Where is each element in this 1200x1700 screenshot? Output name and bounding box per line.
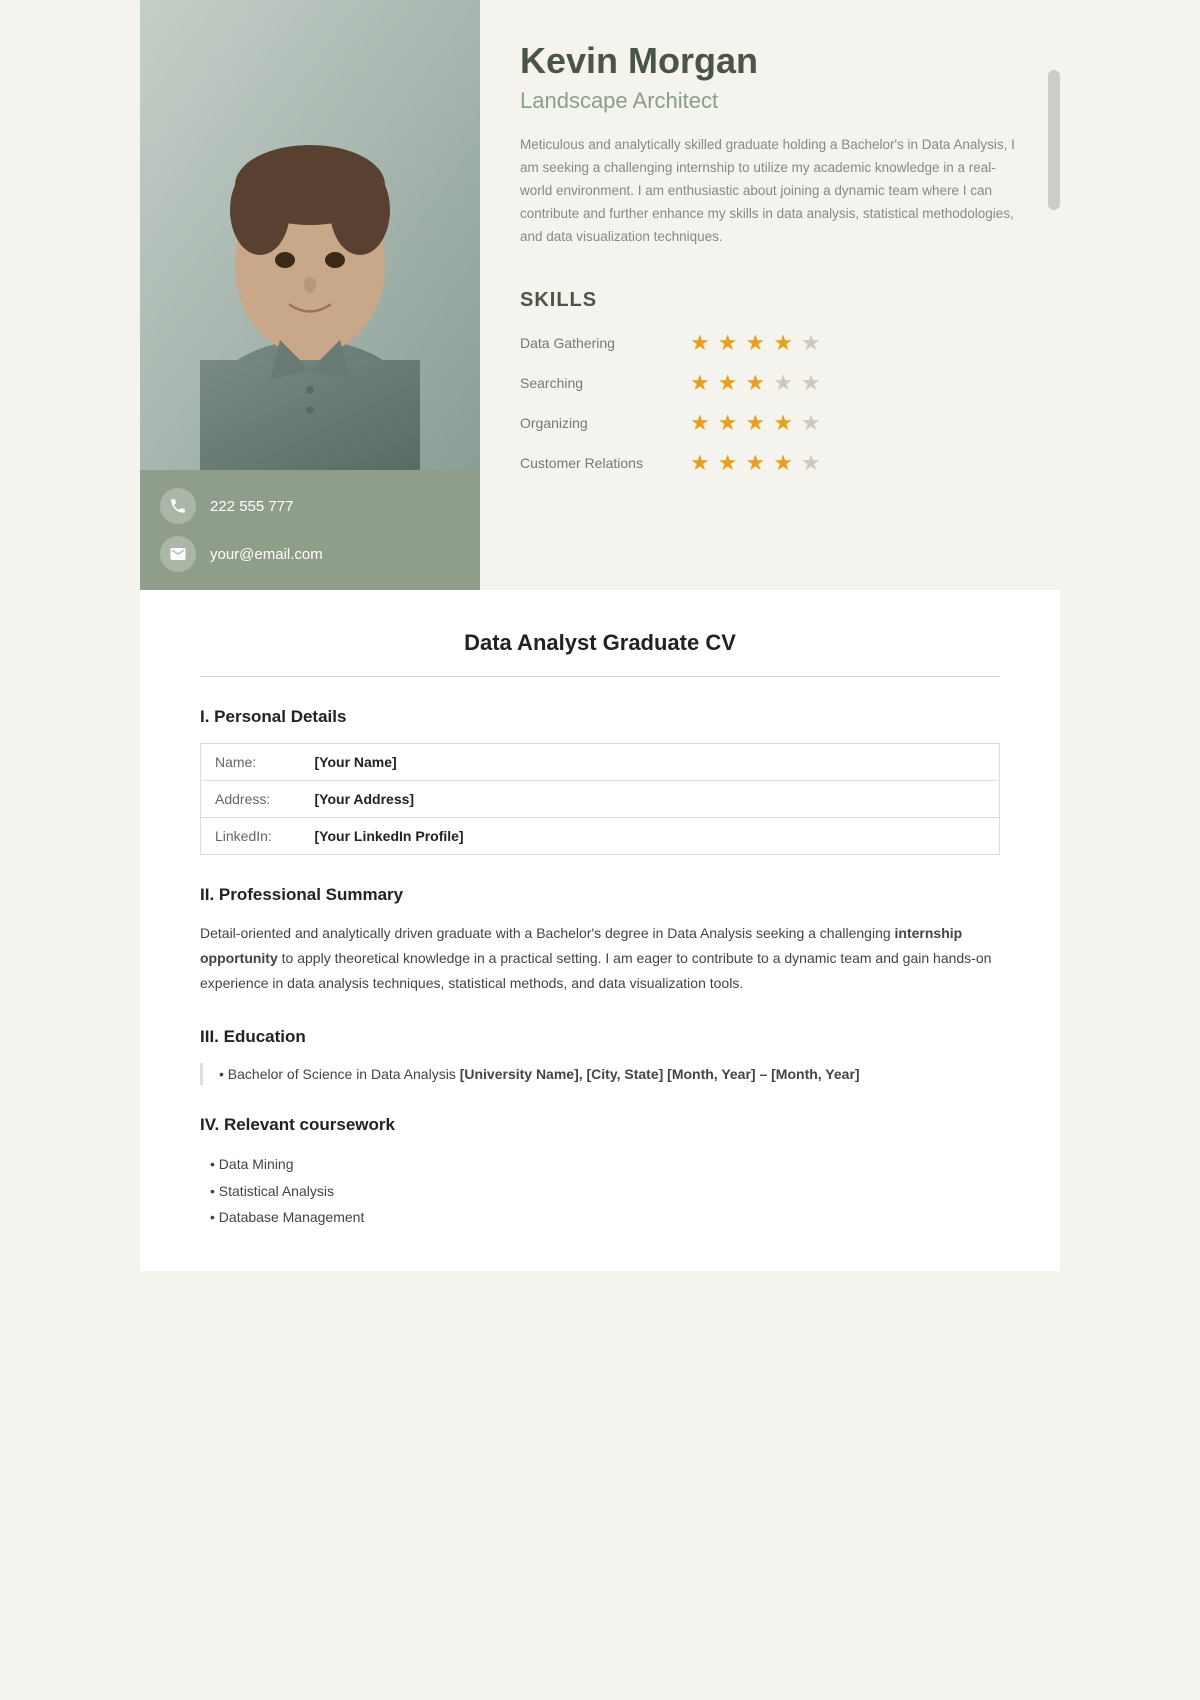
email-contact: your@email.com bbox=[160, 536, 460, 572]
skill-stars: ★ ★ ★ ★ ★ bbox=[690, 370, 821, 396]
star-filled: ★ bbox=[745, 370, 765, 396]
personal-details-section: I. Personal Details Name:[Your Name]Addr… bbox=[200, 707, 1000, 855]
coursework-list: Data MiningStatistical AnalysisDatabase … bbox=[200, 1151, 1000, 1231]
coursework-item: Statistical Analysis bbox=[210, 1178, 1000, 1205]
scrollbar[interactable] bbox=[1048, 70, 1060, 210]
star-empty: ★ bbox=[801, 410, 821, 436]
education-section: III. Education • Bachelor of Science in … bbox=[200, 1027, 1000, 1085]
star-empty: ★ bbox=[801, 450, 821, 476]
skills-list: Data Gathering★★★★★Searching★★★★★Organiz… bbox=[520, 330, 1020, 476]
document-divider bbox=[200, 676, 1000, 677]
top-card: 222 555 777 your@email.com Kevin Morgan … bbox=[140, 0, 1060, 590]
personal-detail-value: [Your LinkedIn Profile] bbox=[301, 818, 1000, 855]
coursework-heading: IV. Relevant coursework bbox=[200, 1115, 1000, 1135]
skill-name: Data Gathering bbox=[520, 335, 690, 351]
star-empty: ★ bbox=[801, 370, 821, 396]
skill-name: Searching bbox=[520, 375, 690, 391]
email-address: your@email.com bbox=[210, 546, 323, 563]
star-filled: ★ bbox=[718, 450, 738, 476]
star-filled: ★ bbox=[690, 450, 710, 476]
star-filled: ★ bbox=[690, 370, 710, 396]
education-heading: III. Education bbox=[200, 1027, 1000, 1047]
person-job-title: Landscape Architect bbox=[520, 88, 1020, 114]
contact-bar: 222 555 777 your@email.com bbox=[140, 470, 480, 590]
profile-photo bbox=[140, 0, 480, 470]
education-item-text: • Bachelor of Science in Data Analysis bbox=[219, 1066, 460, 1082]
professional-summary-text: Detail-oriented and analytically driven … bbox=[200, 921, 1000, 997]
coursework-item: Data Mining bbox=[210, 1151, 1000, 1178]
person-name: Kevin Morgan bbox=[520, 40, 1020, 82]
star-filled: ★ bbox=[773, 450, 793, 476]
star-empty: ★ bbox=[773, 370, 793, 396]
skill-stars: ★ ★ ★ ★ ★ bbox=[690, 410, 821, 436]
coursework-section: IV. Relevant coursework Data MiningStati… bbox=[200, 1115, 1000, 1231]
personal-detail-row: LinkedIn:[Your LinkedIn Profile] bbox=[201, 818, 1000, 855]
education-item: • Bachelor of Science in Data Analysis [… bbox=[200, 1063, 1000, 1085]
personal-detail-value: [Your Name] bbox=[301, 744, 1000, 781]
phone-contact: 222 555 777 bbox=[160, 488, 460, 524]
personal-details-table: Name:[Your Name]Address:[Your Address]Li… bbox=[200, 743, 1000, 855]
personal-detail-label: LinkedIn: bbox=[201, 818, 301, 855]
personal-table-body: Name:[Your Name]Address:[Your Address]Li… bbox=[201, 744, 1000, 855]
skill-row: Searching★★★★★ bbox=[520, 370, 1020, 396]
star-filled: ★ bbox=[690, 410, 710, 436]
star-filled: ★ bbox=[773, 410, 793, 436]
star-filled: ★ bbox=[718, 370, 738, 396]
star-filled: ★ bbox=[718, 330, 738, 356]
education-item-bold: [University Name], [City, State] [Month,… bbox=[460, 1066, 860, 1082]
star-filled: ★ bbox=[773, 330, 793, 356]
skill-name: Organizing bbox=[520, 415, 690, 431]
summary-text-start: Detail-oriented and analytically driven … bbox=[200, 925, 895, 941]
skills-heading: SKILLS bbox=[520, 289, 1020, 312]
skills-section: SKILLS Data Gathering★★★★★Searching★★★★★… bbox=[520, 289, 1020, 490]
personal-detail-row: Name:[Your Name] bbox=[201, 744, 1000, 781]
star-filled: ★ bbox=[690, 330, 710, 356]
summary-text-end: to apply theoretical knowledge in a prac… bbox=[200, 950, 991, 991]
info-column: Kevin Morgan Landscape Architect Meticul… bbox=[480, 0, 1060, 590]
skill-row: Customer Relations★★★★★ bbox=[520, 450, 1020, 476]
coursework-item: Database Management bbox=[210, 1204, 1000, 1231]
phone-icon bbox=[160, 488, 196, 524]
personal-detail-label: Name: bbox=[201, 744, 301, 781]
personal-detail-row: Address:[Your Address] bbox=[201, 781, 1000, 818]
star-filled: ★ bbox=[745, 450, 765, 476]
personal-detail-value: [Your Address] bbox=[301, 781, 1000, 818]
photo-column: 222 555 777 your@email.com bbox=[140, 0, 480, 590]
profile-summary: Meticulous and analytically skilled grad… bbox=[520, 134, 1020, 249]
profile-image bbox=[140, 0, 480, 470]
star-filled: ★ bbox=[745, 330, 765, 356]
professional-summary-heading: II. Professional Summary bbox=[200, 885, 1000, 905]
personal-details-heading: I. Personal Details bbox=[200, 707, 1000, 727]
skill-stars: ★ ★ ★ ★ ★ bbox=[690, 330, 821, 356]
skill-stars: ★ ★ ★ ★ ★ bbox=[690, 450, 821, 476]
name-title-block: Kevin Morgan Landscape Architect bbox=[520, 40, 1020, 114]
document-section: Data Analyst Graduate CV I. Personal Det… bbox=[140, 590, 1060, 1271]
email-icon bbox=[160, 536, 196, 572]
star-filled: ★ bbox=[718, 410, 738, 436]
skill-row: Data Gathering★★★★★ bbox=[520, 330, 1020, 356]
star-filled: ★ bbox=[745, 410, 765, 436]
skill-name: Customer Relations bbox=[520, 455, 690, 471]
skill-row: Organizing★★★★★ bbox=[520, 410, 1020, 436]
document-title: Data Analyst Graduate CV bbox=[200, 630, 1000, 656]
star-empty: ★ bbox=[801, 330, 821, 356]
professional-summary-section: II. Professional Summary Detail-oriented… bbox=[200, 885, 1000, 997]
phone-number: 222 555 777 bbox=[210, 498, 293, 515]
personal-detail-label: Address: bbox=[201, 781, 301, 818]
